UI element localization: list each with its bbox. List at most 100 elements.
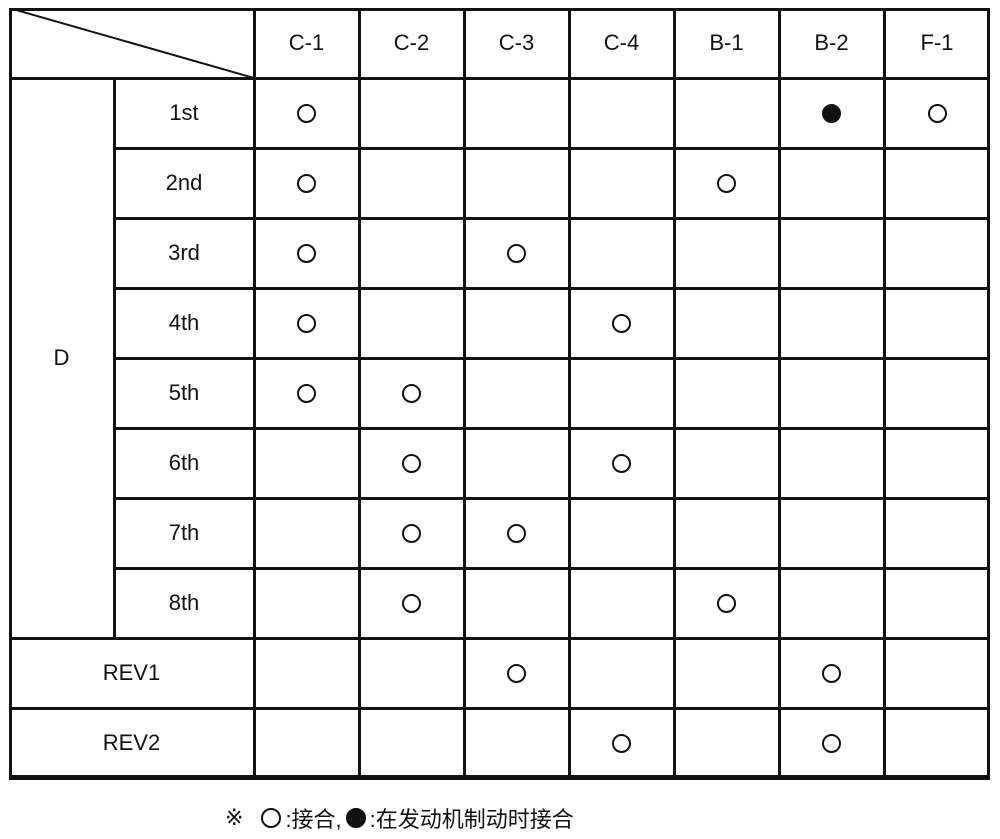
open-circle-icon: [402, 453, 421, 473]
table-cell: [254, 568, 359, 638]
table-cell: [359, 428, 464, 498]
table-cell: [464, 708, 569, 778]
column-header: C-3: [498, 30, 535, 55]
group-label-d: D: [53, 345, 70, 370]
column-header: B-1: [709, 30, 744, 55]
table-cell: [884, 498, 990, 568]
open-circle-icon: [297, 313, 316, 333]
table-cell: [569, 288, 674, 358]
table-cell: [569, 218, 674, 288]
table-cell: [464, 568, 569, 638]
legend-open-label: :接合,: [285, 807, 342, 832]
table-cell: [569, 498, 674, 568]
table-cell: [779, 708, 884, 778]
table-cell: [359, 708, 464, 778]
table-cell: [779, 78, 884, 148]
table-cell: [359, 288, 464, 358]
table-cell: [884, 568, 990, 638]
row-label: 1st: [169, 100, 199, 125]
row-label: 3rd: [168, 240, 200, 265]
open-circle-icon: [822, 733, 841, 753]
open-circle-icon: [612, 733, 631, 753]
grid-line: [114, 567, 990, 570]
table-cell: [884, 708, 990, 778]
grid-line: [673, 8, 676, 778]
table-cell: [254, 288, 359, 358]
row-label: 7th: [168, 520, 200, 545]
grid-line: [114, 497, 990, 500]
table-cell: [674, 78, 779, 148]
table-cell: [254, 78, 359, 148]
table-cell: [254, 638, 359, 708]
table-cell: [779, 218, 884, 288]
table-cell: [674, 148, 779, 218]
grid-line: [9, 8, 12, 778]
table-cell: [674, 428, 779, 498]
grid-line: [114, 427, 990, 430]
grid-line: [778, 8, 781, 778]
table-cell: [464, 498, 569, 568]
table-cell: [779, 288, 884, 358]
table-cell: [359, 218, 464, 288]
grid-line: [987, 8, 990, 778]
grid-line: [358, 8, 361, 778]
table-cell: [464, 78, 569, 148]
diagonal-line: [9, 8, 254, 78]
table-cell: [464, 638, 569, 708]
filled-circle-icon: [822, 103, 841, 123]
open-circle-icon: [261, 808, 282, 828]
table-cell: [464, 218, 569, 288]
table-cell: [674, 218, 779, 288]
grid-line: [113, 78, 116, 638]
open-circle-icon: [927, 103, 947, 123]
open-circle-icon: [612, 453, 631, 473]
table-cell: [884, 638, 990, 708]
table-cell: [674, 288, 779, 358]
table-cell: [254, 428, 359, 498]
open-circle-icon: [402, 523, 421, 543]
column-header: C-1: [288, 30, 325, 55]
open-circle-icon: [717, 173, 736, 193]
grid-line: [463, 8, 466, 778]
open-circle-icon: [507, 663, 526, 683]
legend-filled-label: :在发动机制动时接合: [369, 807, 574, 832]
table-cell: [674, 498, 779, 568]
column-header: C-4: [603, 30, 640, 55]
table-cell: [779, 358, 884, 428]
table-cell: [359, 638, 464, 708]
table-cell: [779, 148, 884, 218]
open-circle-icon: [297, 243, 316, 263]
table-cell: [254, 708, 359, 778]
table-cell: [569, 78, 674, 148]
legend-note: ※ :接合, :在发动机制动时接合: [225, 802, 574, 834]
table-cell: [569, 708, 674, 778]
corner-diagonal: [9, 8, 254, 78]
table-cell: [779, 638, 884, 708]
grid-line: [114, 357, 990, 360]
table-cell: [464, 288, 569, 358]
row-label: REV2: [102, 730, 161, 755]
table-cell: [569, 358, 674, 428]
table-cell: [779, 428, 884, 498]
table-cell: [254, 218, 359, 288]
row-label: 5th: [168, 380, 200, 405]
grid-line: [9, 77, 990, 80]
open-circle-icon: [297, 173, 316, 193]
table-cell: [779, 568, 884, 638]
table-cell: [884, 78, 990, 148]
grid-line: [568, 8, 571, 778]
open-circle-icon: [717, 593, 736, 613]
table-cell: [569, 428, 674, 498]
grid-line: [9, 8, 990, 11]
table-cell: [254, 148, 359, 218]
open-circle-icon: [507, 523, 526, 543]
open-circle-icon: [402, 383, 421, 403]
table-cell: [884, 148, 990, 218]
grid-line: [114, 147, 990, 150]
table-cell: [464, 148, 569, 218]
table-cell: [884, 288, 990, 358]
grid-line: [883, 8, 886, 778]
table-cell: [674, 708, 779, 778]
table-cell: [674, 638, 779, 708]
grid-line: [9, 707, 990, 710]
